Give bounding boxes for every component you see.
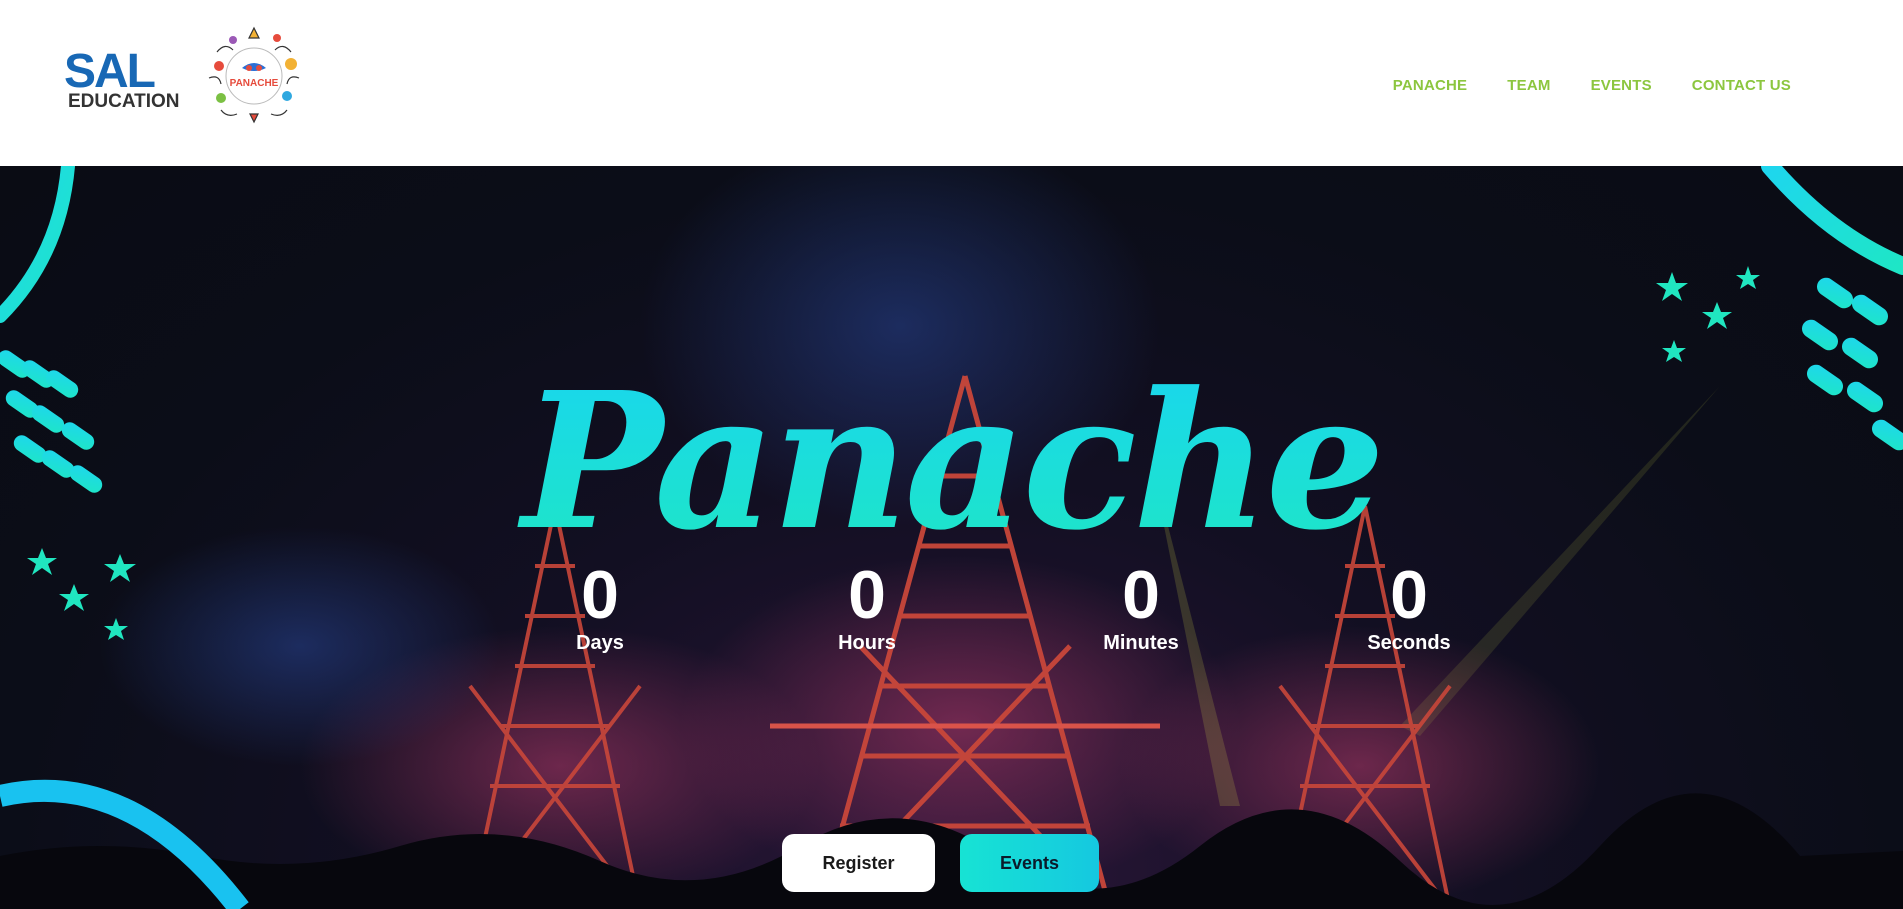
- countdown-hours-label: Hours: [838, 632, 896, 654]
- countdown-seconds-label: Seconds: [1367, 632, 1451, 654]
- countdown-seconds: 0 Seconds: [1349, 561, 1469, 655]
- hero-section: Panache 0 Days 0 Hours 0 Minutes 0 Secon…: [0, 166, 1903, 909]
- countdown-hours: 0 Hours: [807, 561, 927, 655]
- nav-item-panache[interactable]: PANACHE: [1393, 77, 1467, 94]
- site-header: SAL EDUCATION PANACHE PANACHE TEAM EVENT…: [0, 0, 1903, 166]
- sal-logo-subtitle: EDUCATION: [68, 91, 180, 112]
- nav-item-contact-us[interactable]: CONTACT US: [1692, 77, 1791, 94]
- countdown-hours-value: 0: [848, 557, 886, 633]
- countdown-days-label: Days: [576, 632, 624, 654]
- panache-badge-logo[interactable]: PANACHE: [199, 22, 309, 128]
- nav-item-events[interactable]: EVENTS: [1591, 77, 1652, 94]
- decor-swirl-top-left: [0, 166, 75, 323]
- countdown-minutes: 0 Minutes: [1081, 561, 1201, 655]
- nav-item-team[interactable]: TEAM: [1507, 77, 1550, 94]
- register-button[interactable]: Register: [782, 834, 935, 892]
- panache-badge-text: PANACHE: [230, 78, 279, 89]
- countdown-minutes-label: Minutes: [1103, 632, 1179, 654]
- panache-badge-graphic: PANACHE: [208, 26, 300, 124]
- countdown-days-value: 0: [581, 557, 619, 633]
- main-nav: PANACHE TEAM EVENTS CONTACT US: [1393, 77, 1791, 94]
- events-button[interactable]: Events: [960, 834, 1099, 892]
- decor-swirl-top-right: [1761, 166, 1903, 275]
- hero-title: Panache: [0, 361, 1903, 562]
- countdown-minutes-value: 0: [1122, 557, 1160, 633]
- sal-logo-word: SAL: [64, 45, 156, 98]
- countdown-days: 0 Days: [540, 561, 660, 655]
- countdown-seconds-value: 0: [1390, 557, 1428, 633]
- sal-education-logo[interactable]: SAL EDUCATION: [64, 45, 180, 114]
